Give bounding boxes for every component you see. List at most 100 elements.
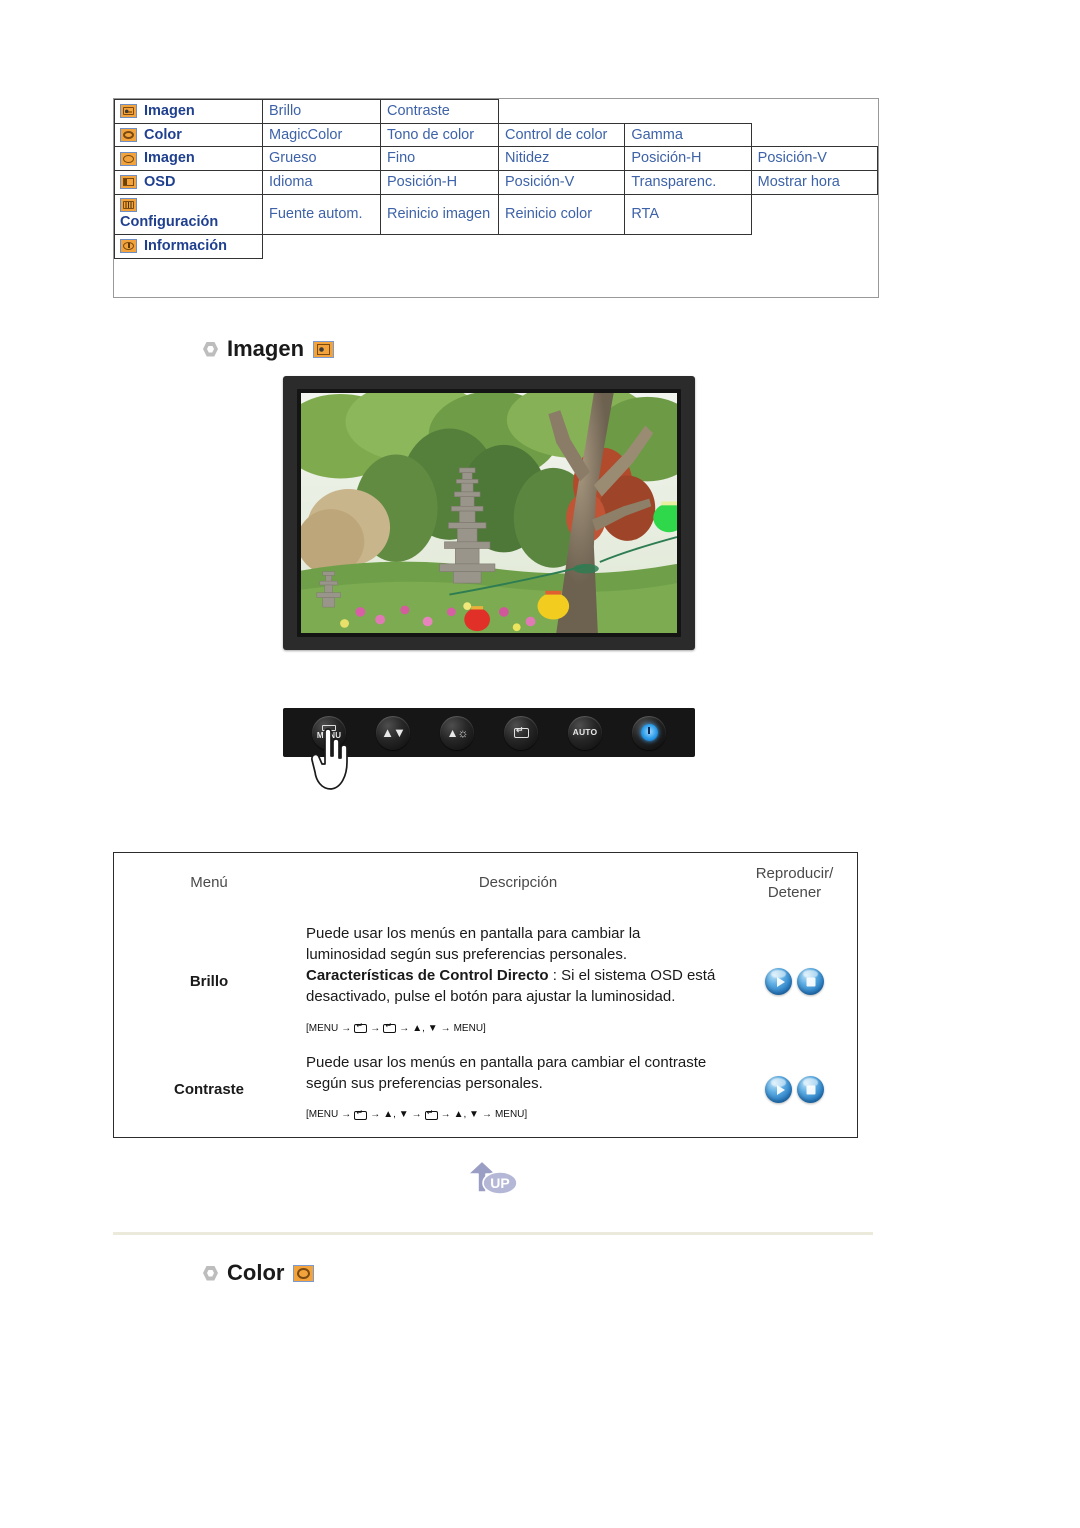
down-button[interactable]: ▲▼ bbox=[376, 715, 410, 750]
updown-arrows: ▲, ▼ bbox=[412, 1022, 438, 1034]
setup-icon bbox=[120, 198, 137, 213]
bullet-hex-icon bbox=[203, 341, 218, 357]
info-icon bbox=[120, 239, 137, 254]
menu-category-label: OSD bbox=[144, 174, 176, 191]
monitor-illustration bbox=[283, 376, 695, 650]
table-row: Configuración Fuente autom. Reinicio ima… bbox=[114, 193, 878, 236]
menu-item-mostrar-hora[interactable]: Mostrar hora bbox=[750, 170, 879, 195]
menu-item-reinicio-color[interactable]: Reinicio color bbox=[497, 193, 626, 236]
menu-item-idioma[interactable]: Idioma bbox=[262, 170, 381, 195]
menu-item-grueso[interactable]: Grueso bbox=[262, 146, 381, 172]
updown-arrows: ▲, ▼ bbox=[383, 1109, 409, 1121]
auto-icon: AUTO bbox=[572, 727, 598, 738]
table-row: Información bbox=[114, 234, 878, 259]
empty-cell bbox=[498, 99, 878, 124]
empty-cell bbox=[751, 194, 878, 235]
play-button[interactable] bbox=[765, 967, 792, 995]
stop-button[interactable] bbox=[797, 1075, 824, 1103]
menu-item-nitidez[interactable]: Nitidez bbox=[497, 146, 626, 172]
bullet-hex-icon bbox=[203, 1265, 218, 1281]
menu-item-osd-posicion-v[interactable]: Posición-V bbox=[497, 170, 626, 195]
table-row: Color MagicColor Tono de color Control d… bbox=[114, 122, 878, 148]
monitor-control-panel: MENU ▲▼ ▲☼ AUTO bbox=[283, 708, 695, 790]
brightness-button[interactable]: ▲☼ bbox=[440, 715, 474, 750]
menu-category-label: Información bbox=[144, 238, 227, 255]
empty-cell bbox=[751, 123, 878, 147]
column-header-menu: Menú bbox=[190, 874, 228, 892]
menu-item-posicion-v[interactable]: Posición-V bbox=[750, 146, 879, 172]
play-stop-line2: Detener bbox=[767, 883, 822, 901]
enter-icon bbox=[513, 725, 529, 738]
menu-item-gamma[interactable]: Gamma bbox=[624, 122, 752, 148]
power-icon bbox=[640, 724, 658, 741]
enter-key-icon bbox=[424, 1109, 438, 1121]
menu-item-brillo[interactable]: Brillo bbox=[262, 99, 381, 124]
enter-key-icon bbox=[354, 1109, 368, 1121]
row-play-stop-contraste bbox=[732, 1046, 857, 1133]
menu-item-osd-posicion-h[interactable]: Posición-H bbox=[380, 170, 499, 195]
monitor-bezel bbox=[297, 389, 681, 637]
auto-button[interactable]: AUTO bbox=[568, 715, 602, 750]
updown-arrows: ▲, ▼ bbox=[453, 1109, 479, 1121]
menu-map-table: Imagen Brillo Contraste Color MagicColor… bbox=[113, 98, 879, 298]
enter-key-icon bbox=[354, 1022, 368, 1034]
menu-item-rta[interactable]: RTA bbox=[624, 193, 752, 236]
stop-button[interactable] bbox=[797, 967, 824, 995]
menu-category-imagen-2[interactable]: Imagen bbox=[114, 146, 263, 172]
play-stop-line1: Reproducir/ bbox=[755, 865, 834, 882]
description-table: Menú Descripción Reproducir/ Detener Bri… bbox=[113, 852, 858, 1138]
enter-button[interactable] bbox=[504, 715, 538, 750]
menu-item-transparencia[interactable]: Transparenc. bbox=[624, 170, 752, 195]
column-header-play-stop: Reproducir/ Detener bbox=[732, 853, 857, 917]
hand-cursor-icon bbox=[311, 728, 348, 790]
row-description-contraste: Puede usar los menús en pantalla para ca… bbox=[304, 1046, 732, 1133]
picture-icon bbox=[313, 340, 335, 358]
play-button[interactable] bbox=[765, 1075, 792, 1103]
table-row: Imagen Grueso Fino Nitidez Posición-H Po… bbox=[114, 146, 879, 172]
key-sequence-brillo: [MENU → → → ▲, ▼ → MENU] bbox=[306, 1022, 718, 1036]
table-row: OSD Idioma Posición-H Posición-V Transpa… bbox=[114, 170, 879, 195]
page-title-imagen: Imagen bbox=[203, 336, 335, 362]
desc-text-part1: Puede usar los menús en pantalla para ca… bbox=[306, 1053, 707, 1093]
palette-icon bbox=[120, 128, 137, 142]
desc-text-bold: Características de Control Directo bbox=[306, 967, 549, 985]
key-sequence-contraste: [MENU → → ▲, ▼ → → ▲, ▼ → MENU] bbox=[306, 1108, 718, 1122]
menu-category-imagen-1[interactable]: Imagen bbox=[114, 99, 263, 124]
desc-text-part1: Puede usar los menús en pantalla para ca… bbox=[306, 924, 641, 963]
menu-category-informacion[interactable]: Información bbox=[114, 234, 263, 259]
up-button-label: UP bbox=[490, 1175, 509, 1191]
page-title-color: Color bbox=[203, 1260, 315, 1286]
menu-category-configuracion[interactable]: Configuración bbox=[114, 193, 263, 236]
garden-scene-image bbox=[301, 393, 677, 633]
section-divider bbox=[113, 1232, 873, 1235]
osd-icon bbox=[120, 175, 137, 190]
power-button[interactable] bbox=[632, 715, 666, 750]
monitor-screen bbox=[301, 393, 677, 633]
menu-item-reinicio-imagen[interactable]: Reinicio imagen bbox=[380, 193, 499, 236]
menu-category-label: Color bbox=[144, 126, 182, 143]
menu-category-label: Imagen bbox=[144, 103, 195, 119]
table-row-contraste: Contraste Puede usar los menús en pantal… bbox=[114, 1046, 857, 1133]
menu-item-magiccolor[interactable]: MagicColor bbox=[262, 122, 381, 148]
menu-item-fino[interactable]: Fino bbox=[380, 146, 499, 172]
empty-cell bbox=[262, 234, 878, 259]
palette-icon bbox=[293, 1264, 315, 1282]
row-description-brillo: Puede usar los menús en pantalla para ca… bbox=[304, 917, 732, 1046]
table-header-row: Menú Descripción Reproducir/ Detener bbox=[114, 853, 857, 917]
menu-category-label: Configuración bbox=[120, 214, 219, 231]
menu-category-color[interactable]: Color bbox=[114, 122, 263, 148]
menu-item-posicion-h[interactable]: Posición-H bbox=[624, 146, 752, 172]
table-row-brillo: Brillo Puede usar los menús en pantalla … bbox=[114, 917, 857, 1046]
arrow-down-icon: ▲▼ bbox=[381, 725, 406, 740]
menu-item-fuente-autom[interactable]: Fuente autom. bbox=[262, 193, 381, 236]
table-row: Imagen Brillo Contraste bbox=[114, 99, 878, 124]
menu-item-tono-de-color[interactable]: Tono de color bbox=[380, 122, 499, 148]
menu-item-control-de-color[interactable]: Control de color bbox=[497, 122, 626, 148]
row-label-brillo: Brillo bbox=[189, 972, 229, 990]
menu-item-contraste[interactable]: Contraste bbox=[380, 99, 499, 124]
arrow-up-icon: UP bbox=[467, 1160, 518, 1195]
up-button[interactable]: UP bbox=[460, 1158, 522, 1196]
row-play-stop-brillo bbox=[732, 917, 857, 1046]
menu-category-label: Imagen bbox=[144, 150, 195, 167]
menu-category-osd[interactable]: OSD bbox=[114, 170, 263, 195]
